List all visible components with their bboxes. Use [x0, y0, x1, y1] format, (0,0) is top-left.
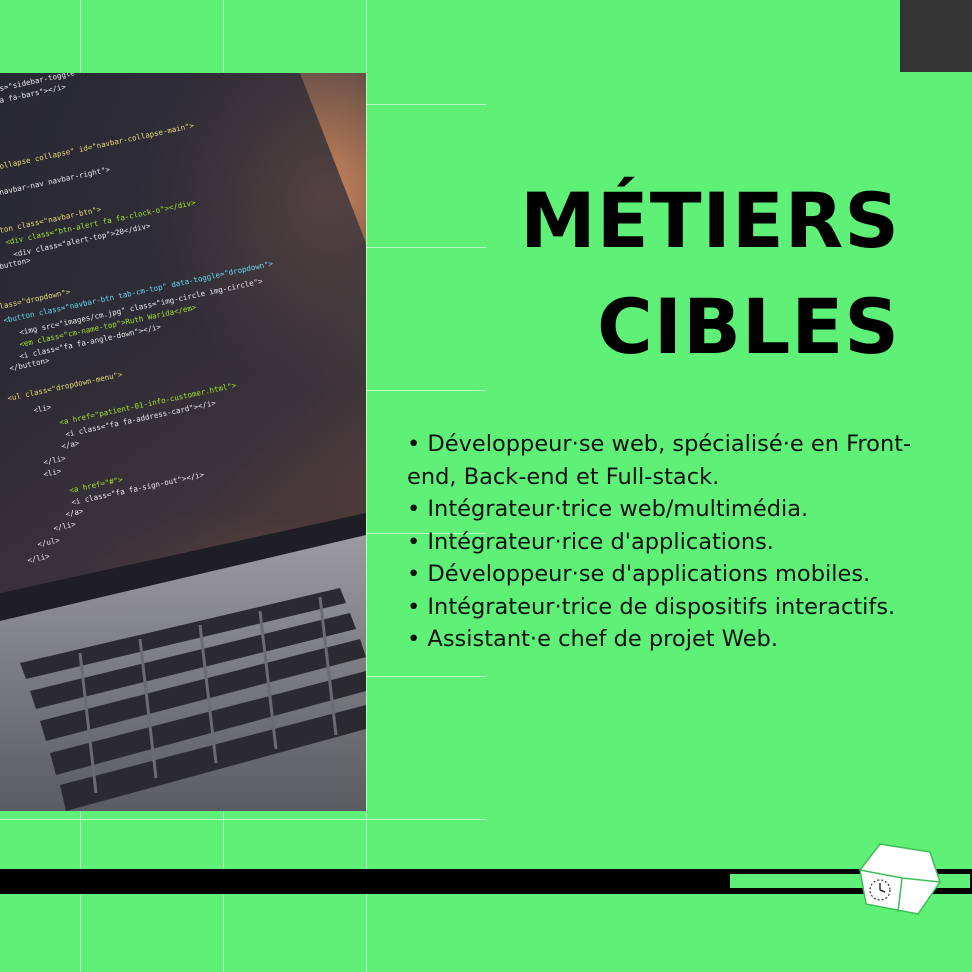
list-item: • Assistant·e chef de projet Web. — [407, 626, 778, 652]
grid-line — [366, 0, 367, 972]
laptop-illustration: s="sidebar-toggle"> a fa-bars"></i> olla… — [0, 73, 366, 811]
list-item: • Intégrateur·trice de dispositifs inter… — [407, 593, 896, 620]
page-title: MÉTIERS CIBLES — [520, 168, 900, 380]
list-item: • Intégrateur·trice web/multimédia. — [407, 496, 809, 522]
list-item: • Développeur·se web, spécialisé·e en Fr… — [407, 431, 912, 490]
title-line-1: MÉTIERS — [520, 176, 900, 265]
job-list: • Développeur·se web, spécialisé·e en Fr… — [407, 428, 927, 656]
list-item: • Intégrateur·rice d'applications. — [407, 528, 774, 555]
list-item: • Développeur·se d'applications mobiles. — [407, 561, 871, 587]
corner-block — [900, 0, 972, 72]
cube-clock-logo-icon — [859, 843, 941, 915]
title-line-2: CIBLES — [596, 282, 900, 371]
grid-line — [0, 819, 486, 820]
laptop-code-photo: s="sidebar-toggle"> a fa-bars"></i> olla… — [0, 73, 366, 811]
